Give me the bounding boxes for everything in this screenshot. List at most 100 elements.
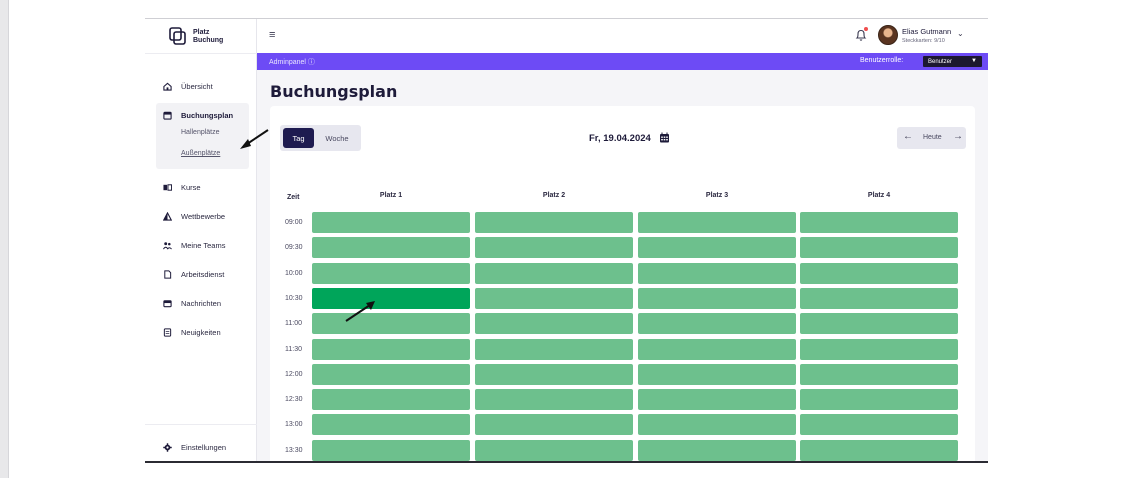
schedule-card: Tag Woche Fr, 19.04.2024 ← Heute → Zeit … xyxy=(270,106,975,462)
arrow-left-icon[interactable]: ← xyxy=(903,131,913,142)
free-slot[interactable] xyxy=(638,287,796,309)
free-slot[interactable] xyxy=(475,287,633,309)
sidebar-item-label: Arbeitsdienst xyxy=(181,269,225,279)
role-select[interactable]: Benutzer ▼ xyxy=(923,56,982,67)
calendar-icon xyxy=(163,111,172,120)
sidebar-item-nachrichten[interactable]: Nachrichten xyxy=(163,296,221,310)
sidebar-item-uebersicht[interactable]: Übersicht xyxy=(163,79,213,93)
sidebar-item-label: Einstellungen xyxy=(181,442,227,452)
free-slot[interactable] xyxy=(800,414,958,436)
court-header-4: Platz 4 xyxy=(867,192,891,199)
free-slot[interactable] xyxy=(638,313,796,335)
court-header-3: Platz 3 xyxy=(705,192,729,199)
free-slot[interactable] xyxy=(312,363,470,385)
annotation-arrow-icon xyxy=(345,301,375,322)
app-window: Platz Buchung Übersicht Buchungsplan Hal… xyxy=(145,18,988,462)
logo[interactable]: Platz Buchung xyxy=(169,26,249,48)
free-slot[interactable] xyxy=(475,262,633,284)
sidebar-subitem-aussenplaetze[interactable]: Außenplätze xyxy=(181,150,220,157)
today-button[interactable]: Heute xyxy=(923,134,942,141)
tab-woche[interactable]: Woche xyxy=(317,128,357,148)
free-slot[interactable] xyxy=(638,212,796,233)
free-slot[interactable] xyxy=(475,338,633,360)
window-edge xyxy=(0,0,9,478)
calendar-icon[interactable] xyxy=(659,132,670,143)
free-slot[interactable] xyxy=(800,389,958,411)
sidebar-item-buchungsplan[interactable]: Buchungsplan xyxy=(163,108,233,122)
free-slot[interactable] xyxy=(800,237,958,259)
free-slot[interactable] xyxy=(800,313,958,335)
current-date: Fr, 19.04.2024 xyxy=(589,133,651,144)
time-label: 11:00 xyxy=(285,320,302,328)
sidebar-item-einstellungen[interactable]: Einstellungen xyxy=(163,440,226,454)
time-label: 09:30 xyxy=(285,244,303,252)
arrow-right-icon[interactable]: → xyxy=(953,131,963,142)
free-slot[interactable] xyxy=(638,414,796,436)
caret-down-icon: ▼ xyxy=(971,58,977,64)
logo-line2: Buchung xyxy=(193,37,224,44)
free-slot[interactable] xyxy=(800,262,958,284)
admin-bar: Adminpanel ⓘ Benutzerrolle: Benutzer ▼ xyxy=(257,53,988,70)
user-steckkarten: Steckkarten: 9/10 xyxy=(902,38,945,44)
free-slot[interactable] xyxy=(312,237,470,259)
date-navigation: ← Heute → xyxy=(897,127,966,149)
free-slot[interactable] xyxy=(800,287,958,309)
free-slot[interactable] xyxy=(312,414,470,436)
sidebar-item-label: Neuigkeiten xyxy=(181,327,221,337)
free-slot[interactable] xyxy=(475,313,633,335)
menu-icon[interactable]: ≡ xyxy=(269,30,275,41)
tab-tag[interactable]: Tag xyxy=(283,128,314,148)
free-slot[interactable] xyxy=(475,363,633,385)
divider xyxy=(145,53,257,54)
logo-line1: Platz xyxy=(193,29,210,36)
home-icon xyxy=(163,82,172,91)
free-slot[interactable] xyxy=(638,363,796,385)
gear-icon xyxy=(163,442,172,452)
free-slot[interactable] xyxy=(475,389,633,411)
sidebar-item-label: Übersicht xyxy=(181,81,213,91)
sidebar-item-meine-teams[interactable]: Meine Teams xyxy=(163,238,225,252)
free-slot[interactable] xyxy=(312,313,470,335)
sidebar: Platz Buchung Übersicht Buchungsplan Hal… xyxy=(145,19,257,462)
sidebar-item-wettbewerbe[interactable]: Wettbewerbe xyxy=(163,209,225,223)
time-label: 11:30 xyxy=(285,345,302,353)
sidebar-item-kurse[interactable]: Kurse xyxy=(163,180,201,194)
free-slot[interactable] xyxy=(312,439,470,461)
free-slot[interactable] xyxy=(475,237,633,259)
free-slot[interactable] xyxy=(638,439,796,461)
sidebar-item-arbeitsdienst[interactable]: Arbeitsdienst xyxy=(163,267,224,281)
free-slot[interactable] xyxy=(800,212,958,233)
adminpanel-label[interactable]: Adminpanel ⓘ xyxy=(269,57,315,67)
divider xyxy=(145,424,257,425)
free-slot[interactable] xyxy=(638,338,796,360)
free-slot[interactable] xyxy=(800,338,958,360)
role-select-value: Benutzer xyxy=(928,58,953,65)
free-slot[interactable] xyxy=(312,212,470,233)
free-slot[interactable] xyxy=(800,439,958,461)
avatar[interactable] xyxy=(878,25,898,45)
free-slot[interactable] xyxy=(638,389,796,411)
user-name[interactable]: Elias Gutmann xyxy=(902,27,951,36)
booked-slot[interactable] xyxy=(312,287,470,309)
time-label: 13:00 xyxy=(285,421,303,429)
free-slot[interactable] xyxy=(800,363,958,385)
free-slot[interactable] xyxy=(475,414,633,436)
court-header-1: Platz 1 xyxy=(379,192,403,199)
free-slot[interactable] xyxy=(475,439,633,461)
sidebar-item-neuigkeiten[interactable]: Neuigkeiten xyxy=(163,325,221,339)
team-icon xyxy=(163,241,172,250)
free-slot[interactable] xyxy=(312,389,470,411)
time-label: 12:00 xyxy=(285,370,303,378)
time-label: 13:30 xyxy=(285,446,303,454)
free-slot[interactable] xyxy=(312,338,470,360)
time-column-header: Zeit xyxy=(287,194,300,201)
free-slot[interactable] xyxy=(638,262,796,284)
mail-icon xyxy=(163,299,172,308)
time-label: 12:30 xyxy=(285,396,303,404)
free-slot[interactable] xyxy=(638,237,796,259)
sidebar-item-label: Meine Teams xyxy=(181,240,226,250)
sidebar-subitem-hallenplaetze[interactable]: Hallenplätze xyxy=(181,129,220,136)
free-slot[interactable] xyxy=(475,212,633,233)
free-slot[interactable] xyxy=(312,262,470,284)
chevron-down-icon[interactable]: ⌄ xyxy=(957,29,964,38)
